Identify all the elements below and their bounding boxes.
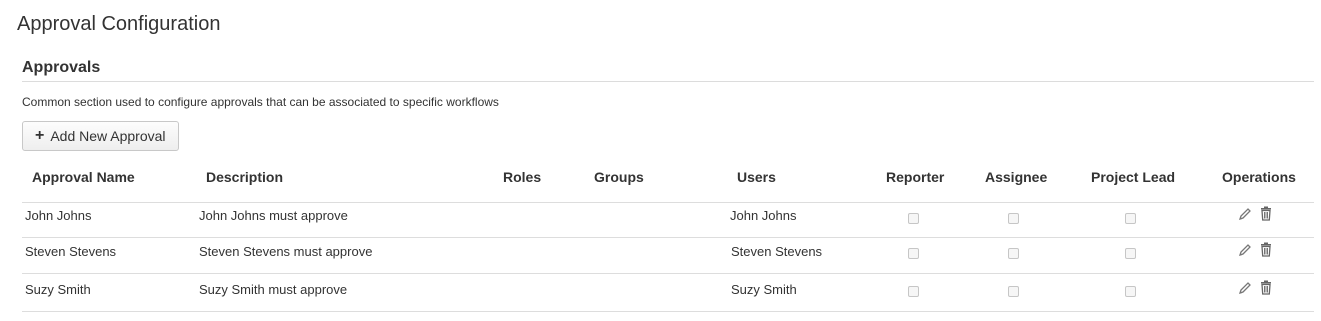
section-divider	[22, 81, 1314, 82]
reporter-checkbox[interactable]	[908, 248, 919, 259]
plus-icon: +	[35, 127, 45, 144]
header-divider	[22, 202, 1314, 203]
header-assignee: Assignee	[985, 169, 1048, 185]
pencil-icon[interactable]	[1237, 206, 1253, 222]
row-divider	[22, 311, 1314, 312]
project-lead-checkbox[interactable]	[1125, 286, 1136, 297]
add-new-approval-label: Add New Approval	[50, 128, 166, 144]
header-project-lead: Project Lead	[1091, 169, 1176, 185]
trash-icon[interactable]	[1258, 241, 1274, 257]
cell-users: Steven Stevens	[731, 244, 823, 259]
header-reporter: Reporter	[886, 169, 945, 185]
section-description: Common section used to configure approva…	[22, 95, 499, 109]
header-groups: Groups	[594, 169, 644, 185]
project-lead-checkbox[interactable]	[1125, 248, 1136, 259]
cell-approval-name: Steven Stevens	[25, 244, 117, 259]
row-divider	[22, 273, 1314, 274]
cell-users: John Johns	[730, 208, 797, 223]
assignee-checkbox[interactable]	[1008, 286, 1019, 297]
assignee-checkbox[interactable]	[1008, 248, 1019, 259]
trash-icon[interactable]	[1258, 279, 1274, 295]
reporter-checkbox[interactable]	[908, 213, 919, 224]
project-lead-checkbox[interactable]	[1125, 213, 1136, 224]
add-new-approval-button[interactable]: + Add New Approval	[22, 121, 179, 151]
header-approval-name: Approval Name	[32, 169, 135, 185]
page-title: Approval Configuration	[17, 13, 221, 35]
header-roles: Roles	[503, 169, 542, 185]
cell-description: John Johns must approve	[199, 208, 348, 223]
header-description: Description	[206, 169, 284, 185]
cell-approval-name: John Johns	[25, 208, 92, 223]
row-divider	[22, 237, 1314, 238]
cell-users: Suzy Smith	[731, 282, 797, 297]
header-users: Users	[737, 169, 776, 185]
assignee-checkbox[interactable]	[1008, 213, 1019, 224]
cell-description: Steven Stevens must approve	[199, 244, 373, 259]
header-operations: Operations	[1222, 169, 1296, 185]
reporter-checkbox[interactable]	[908, 286, 919, 297]
pencil-icon[interactable]	[1237, 280, 1253, 296]
trash-icon[interactable]	[1258, 205, 1274, 221]
cell-approval-name: Suzy Smith	[25, 282, 91, 297]
section-title: Approvals	[22, 59, 101, 76]
pencil-icon[interactable]	[1237, 242, 1253, 258]
cell-description: Suzy Smith must approve	[199, 282, 348, 297]
